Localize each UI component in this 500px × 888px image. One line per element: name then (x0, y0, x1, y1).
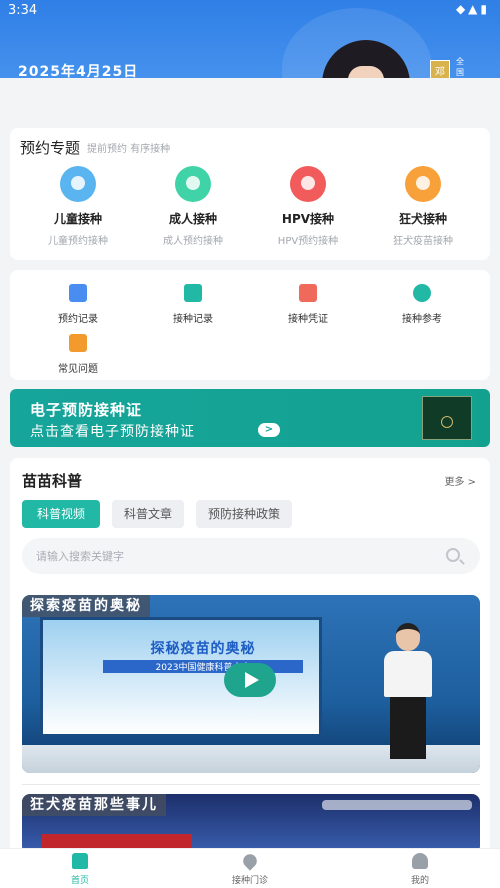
nav-label: 我的 (410, 876, 429, 886)
menu-vaccination-record[interactable]: 接种记录 (153, 284, 233, 325)
quick-menu-card: 预约记录 接种记录 接种凭证 接种参考 常见问题 (10, 270, 490, 380)
topic-label: 成人接种 (168, 212, 217, 226)
topic-label: HPV接种 (281, 212, 335, 226)
menu-appointment-record[interactable]: 预约记录 (38, 284, 118, 325)
clinic-location-icon (240, 851, 260, 871)
topics-title: 预约专题 (20, 139, 81, 157)
menu-certificate[interactable]: 接种凭证 (268, 284, 348, 325)
divider (22, 784, 480, 785)
menu-label: 常见问题 (58, 364, 98, 375)
vaccination-record-icon (184, 284, 202, 302)
video-title: 探索疫苗的奥秘 (22, 595, 150, 617)
faq-icon (69, 334, 87, 352)
e-certificate-banner[interactable]: 电子预防接种证 点击查看电子预防接种证 > (10, 389, 490, 447)
topic-label: 儿童接种 (53, 212, 102, 226)
nav-profile[interactable]: 我的 (380, 853, 460, 886)
stage-lights (322, 800, 472, 810)
profile-icon (412, 853, 428, 869)
tab-vaccination-policy[interactable]: 预防接种政策 (196, 500, 292, 528)
topic-child-vaccination[interactable]: 儿童接种 儿童预约接种 (28, 166, 128, 247)
search-input[interactable] (22, 538, 480, 574)
science-title: 苗苗科普 (22, 472, 83, 490)
topic-sublabel: 成人预约接种 (163, 236, 223, 247)
nav-clinic[interactable]: 接种门诊 (210, 851, 290, 886)
cert-subtitle: 点击查看电子预防接种证 (30, 424, 195, 440)
appointment-topics-card: 预约专题 提前预约 有序接种 儿童接种 儿童预约接种 成人接种 成人预约接种 H… (10, 128, 490, 260)
status-bar: 3:34 ◆▲▮ (0, 0, 500, 22)
adult-icon (175, 166, 211, 202)
hpv-icon (290, 166, 326, 202)
science-section: 苗苗科普 更多 > 科普视频 科普文章 预防接种政策 探秘疫苗的奥秘 2023中… (10, 458, 490, 854)
menu-label: 接种记录 (173, 314, 213, 325)
topic-label: 狂犬接种 (398, 212, 447, 226)
topic-sublabel: 狂犬疫苗接种 (393, 236, 453, 247)
home-icon (72, 853, 88, 869)
menu-faq[interactable]: 常见问题 (38, 334, 118, 375)
cert-arrow-icon[interactable]: > (258, 423, 280, 437)
search-icon[interactable] (446, 548, 460, 562)
certificate-icon (299, 284, 317, 302)
presenter-image (378, 623, 438, 769)
more-link[interactable]: 更多 > (444, 473, 476, 488)
topic-rabies-vaccination[interactable]: 狂犬接种 狂犬疫苗接种 (373, 166, 473, 247)
nav-label: 接种门诊 (231, 876, 268, 886)
status-icons: ◆▲▮ (455, 2, 490, 16)
menu-label: 接种凭证 (288, 314, 328, 325)
status-time: 3:34 (8, 3, 38, 18)
nav-home[interactable]: 首页 (40, 853, 120, 886)
banner-tag-2: 全国 (456, 57, 464, 77)
topic-sublabel: 儿童预约接种 (48, 236, 108, 247)
video-card[interactable]: 狂犬疫苗那些事儿 (22, 794, 480, 854)
video-title: 狂犬疫苗那些事儿 (22, 794, 166, 816)
play-icon[interactable] (224, 663, 276, 697)
menu-reference[interactable]: 接种参考 (382, 284, 462, 325)
certificate-book-icon (422, 396, 472, 440)
video-thumbnail-screen: 探秘疫苗的奥秘 2023中国健康科普大赛 (40, 617, 322, 737)
cert-title: 电子预防接种证 (30, 401, 143, 419)
video-screen-title: 探秘疫苗的奥秘 (150, 641, 256, 657)
topic-adult-vaccination[interactable]: 成人接种 成人预约接种 (143, 166, 243, 247)
topics-subtitle: 提前预约 有序接种 (87, 144, 171, 155)
topic-hpv-vaccination[interactable]: HPV接种 HPV预约接种 (258, 166, 358, 247)
nav-label: 首页 (70, 876, 89, 886)
video-card[interactable]: 探秘疫苗的奥秘 2023中国健康科普大赛 探索疫苗的奥秘 (22, 595, 480, 773)
appointment-record-icon (69, 284, 87, 302)
topic-sublabel: HPV预约接种 (277, 236, 339, 247)
child-icon (60, 166, 96, 202)
carousel-indicator (236, 118, 264, 133)
tab-science-video[interactable]: 科普视频 (22, 500, 100, 528)
reference-icon (413, 284, 431, 302)
menu-label: 预约记录 (58, 314, 98, 325)
menu-label: 接种参考 (402, 314, 442, 325)
rabies-icon (405, 166, 441, 202)
tab-science-article[interactable]: 科普文章 (112, 500, 184, 528)
bottom-nav: 首页 接种门诊 我的 (0, 848, 500, 888)
